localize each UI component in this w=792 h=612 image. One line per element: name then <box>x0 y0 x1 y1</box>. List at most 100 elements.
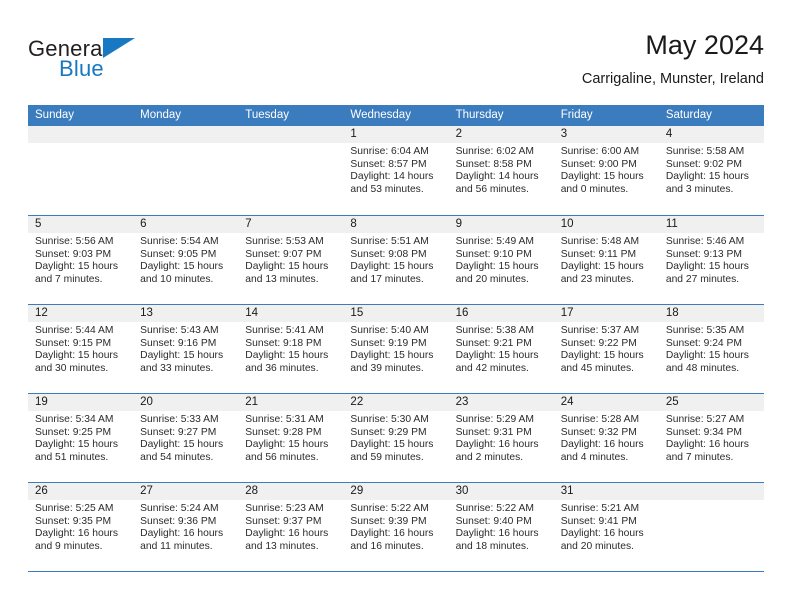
daylight-duration-line1: Daylight: 16 hours <box>455 439 539 451</box>
calendar-day-cell[interactable]: 8 Sunrise: 5:51 AM Sunset: 9:08 PM Daylight… <box>343 216 449 304</box>
calendar-day-cell[interactable]: 9 Sunrise: 5:49 AM Sunset: 9:10 PM Daylight… <box>448 216 554 304</box>
calendar-week-row: 12 Sunrise: 5:44 AM Sunset: 9:15 PM Dayligh… <box>28 304 764 393</box>
sunset-time: Sunset: 9:18 PM <box>245 337 322 349</box>
daylight-duration-line1: Daylight: 15 hours <box>560 350 644 362</box>
day-number: 11 <box>658 216 764 233</box>
calendar-day-cell-empty <box>238 126 344 215</box>
daylight-duration-line2: and 27 minutes. <box>665 273 740 285</box>
day-number: 9 <box>448 216 554 233</box>
calendar-day-cell[interactable]: 20 Sunrise: 5:33 AM Sunset: 9:27 PM Dayligh… <box>133 394 239 482</box>
calendar-day-cell[interactable]: 6 Sunrise: 5:54 AM Sunset: 9:05 PM Daylight… <box>133 216 239 304</box>
sunset-time: Sunset: 9:24 PM <box>665 337 742 349</box>
sunrise-time: Sunrise: 5:46 AM <box>665 236 745 247</box>
day-number: 27 <box>133 483 239 500</box>
daylight-duration-line1: Daylight: 15 hours <box>665 350 749 362</box>
day-details: Sunrise: 5:44 AM Sunset: 9:15 PM Daylight:… <box>28 322 133 375</box>
day-details: Sunrise: 5:33 AM Sunset: 9:27 PM Daylight:… <box>133 411 238 464</box>
sunrise-time: Sunrise: 6:00 AM <box>560 146 640 157</box>
daylight-duration-line2: and 36 minutes. <box>245 362 319 374</box>
daylight-duration-line2: and 2 minutes. <box>455 451 524 463</box>
daylight-duration-line2: and 59 minutes. <box>350 451 424 463</box>
calendar-day-cell[interactable]: 16 Sunrise: 5:38 AM Sunset: 9:21 PM Dayligh… <box>448 305 554 393</box>
daylight-duration-line2: and 53 minutes. <box>350 183 424 195</box>
daylight-duration-line2: and 23 minutes. <box>560 273 634 285</box>
day-details: Sunrise: 5:49 AM Sunset: 9:10 PM Daylight:… <box>449 233 554 286</box>
calendar-day-cell[interactable]: 12 Sunrise: 5:44 AM Sunset: 9:15 PM Dayligh… <box>28 305 134 393</box>
calendar-day-cell[interactable]: 23 Sunrise: 5:29 AM Sunset: 9:31 PM Dayligh… <box>448 394 554 482</box>
sunrise-time: Sunrise: 5:22 AM <box>350 503 429 514</box>
daylight-duration-line1: Daylight: 15 hours <box>560 171 644 183</box>
daylight-duration-line2: and 56 minutes. <box>245 451 319 463</box>
calendar-day-cell[interactable]: 22 Sunrise: 5:30 AM Sunset: 9:29 PM Dayligh… <box>343 394 449 482</box>
calendar-day-cell[interactable]: 13 Sunrise: 5:43 AM Sunset: 9:16 PM Dayligh… <box>133 305 239 393</box>
day-details: Sunrise: 5:22 AM Sunset: 9:39 PM Daylight:… <box>343 500 448 553</box>
sunset-time: Sunset: 9:08 PM <box>350 248 427 260</box>
calendar-week-row: 5 Sunrise: 5:56 AM Sunset: 9:03 PM Daylight… <box>28 215 764 304</box>
calendar-day-cell[interactable]: 10 Sunrise: 5:48 AM Sunset: 9:11 PM Dayligh… <box>553 216 659 304</box>
sunrise-time: Sunrise: 5:30 AM <box>350 414 429 425</box>
sunrise-time: Sunrise: 5:37 AM <box>560 325 640 336</box>
calendar-weeks: 1 Sunrise: 6:04 AM Sunset: 8:57 PM Daylight… <box>28 126 764 571</box>
calendar-day-cell[interactable]: 11 Sunrise: 5:46 AM Sunset: 9:13 PM Dayligh… <box>658 216 764 304</box>
calendar-day-cell[interactable]: 5 Sunrise: 5:56 AM Sunset: 9:03 PM Daylight… <box>28 216 134 304</box>
daylight-duration-line2: and 42 minutes. <box>455 362 529 374</box>
calendar-day-cell[interactable]: 26 Sunrise: 5:25 AM Sunset: 9:35 PM Dayligh… <box>28 483 134 571</box>
sunset-time: Sunset: 9:07 PM <box>245 248 322 260</box>
day-number: 1 <box>343 126 449 143</box>
calendar-day-cell[interactable]: 3 Sunrise: 6:00 AM Sunset: 9:00 PM Daylight… <box>553 126 659 215</box>
sunrise-time: Sunrise: 5:29 AM <box>455 414 534 425</box>
daylight-duration-line1: Daylight: 15 hours <box>245 439 329 451</box>
day-number: 29 <box>343 483 449 500</box>
calendar-day-cell[interactable]: 25 Sunrise: 5:27 AM Sunset: 9:34 PM Dayligh… <box>658 394 764 482</box>
calendar-day-cell[interactable]: 30 Sunrise: 5:22 AM Sunset: 9:40 PM Dayligh… <box>448 483 554 571</box>
calendar-day-cell[interactable]: 21 Sunrise: 5:31 AM Sunset: 9:28 PM Dayligh… <box>238 394 344 482</box>
calendar-day-cell[interactable]: 15 Sunrise: 5:40 AM Sunset: 9:19 PM Dayligh… <box>343 305 449 393</box>
daylight-duration-line1: Daylight: 15 hours <box>140 439 224 451</box>
calendar-day-cell-empty <box>658 483 764 571</box>
day-details: Sunrise: 5:40 AM Sunset: 9:19 PM Daylight:… <box>343 322 448 375</box>
weekday-header-friday: Friday <box>560 109 593 121</box>
calendar-day-cell[interactable]: 31 Sunrise: 5:21 AM Sunset: 9:41 PM Dayligh… <box>553 483 659 571</box>
daylight-duration-line2: and 13 minutes. <box>245 273 319 285</box>
sunset-time: Sunset: 9:35 PM <box>35 515 112 527</box>
calendar-day-cell[interactable]: 2 Sunrise: 6:02 AM Sunset: 8:58 PM Daylight… <box>448 126 554 215</box>
calendar-day-cell[interactable]: 7 Sunrise: 5:53 AM Sunset: 9:07 PM Daylight… <box>238 216 344 304</box>
sunrise-time: Sunrise: 5:22 AM <box>455 503 534 514</box>
daylight-duration-line1: Daylight: 16 hours <box>455 528 539 540</box>
calendar-day-cell[interactable]: 4 Sunrise: 5:58 AM Sunset: 9:02 PM Daylight… <box>658 126 764 215</box>
sunrise-time: Sunrise: 5:34 AM <box>35 414 114 425</box>
daylight-duration-line1: Daylight: 16 hours <box>665 439 749 451</box>
calendar-week-row: 19 Sunrise: 5:34 AM Sunset: 9:25 PM Dayligh… <box>28 393 764 482</box>
day-details: Sunrise: 5:28 AM Sunset: 9:32 PM Daylight:… <box>554 411 659 464</box>
daylight-duration-line2: and 16 minutes. <box>350 540 424 552</box>
calendar-day-cell[interactable]: 24 Sunrise: 5:28 AM Sunset: 9:32 PM Dayligh… <box>553 394 659 482</box>
day-number: 10 <box>553 216 659 233</box>
day-details: Sunrise: 6:00 AM Sunset: 9:00 PM Daylight:… <box>554 143 659 196</box>
daylight-duration-line1: Daylight: 16 hours <box>560 439 644 451</box>
day-number: 26 <box>28 483 134 500</box>
calendar-day-cell[interactable]: 27 Sunrise: 5:24 AM Sunset: 9:36 PM Dayligh… <box>133 483 239 571</box>
sunset-time: Sunset: 8:57 PM <box>350 158 427 170</box>
sunset-time: Sunset: 9:29 PM <box>350 426 427 438</box>
day-number: 16 <box>448 305 554 322</box>
daylight-duration-line1: Daylight: 15 hours <box>35 439 118 451</box>
calendar-day-cell[interactable]: 28 Sunrise: 5:23 AM Sunset: 9:37 PM Dayligh… <box>238 483 344 571</box>
calendar-day-cell[interactable]: 14 Sunrise: 5:41 AM Sunset: 9:18 PM Dayligh… <box>238 305 344 393</box>
calendar-day-cell[interactable]: 1 Sunrise: 6:04 AM Sunset: 8:57 PM Daylight… <box>343 126 449 215</box>
daylight-duration-line1: Daylight: 16 hours <box>245 528 329 540</box>
day-number: 19 <box>28 394 134 411</box>
day-details: Sunrise: 5:53 AM Sunset: 9:07 PM Daylight:… <box>238 233 343 286</box>
calendar-day-cell[interactable]: 19 Sunrise: 5:34 AM Sunset: 9:25 PM Dayligh… <box>28 394 134 482</box>
sunset-time: Sunset: 9:19 PM <box>350 337 427 349</box>
weekday-header-thursday: Thursday <box>455 109 504 121</box>
calendar-day-cell[interactable]: 29 Sunrise: 5:22 AM Sunset: 9:39 PM Dayligh… <box>343 483 449 571</box>
day-details: Sunrise: 5:25 AM Sunset: 9:35 PM Daylight:… <box>28 500 133 553</box>
sunrise-time: Sunrise: 5:27 AM <box>665 414 745 425</box>
day-details: Sunrise: 5:34 AM Sunset: 9:25 PM Daylight:… <box>28 411 133 464</box>
calendar-day-cell[interactable]: 17 Sunrise: 5:37 AM Sunset: 9:22 PM Dayligh… <box>553 305 659 393</box>
day-details: Sunrise: 5:48 AM Sunset: 9:11 PM Daylight:… <box>554 233 659 286</box>
daylight-duration-line1: Daylight: 14 hours <box>455 171 539 183</box>
sunrise-time: Sunrise: 5:54 AM <box>140 236 219 247</box>
daylight-duration-line2: and 39 minutes. <box>350 362 424 374</box>
calendar-day-cell[interactable]: 18 Sunrise: 5:35 AM Sunset: 9:24 PM Dayligh… <box>658 305 764 393</box>
